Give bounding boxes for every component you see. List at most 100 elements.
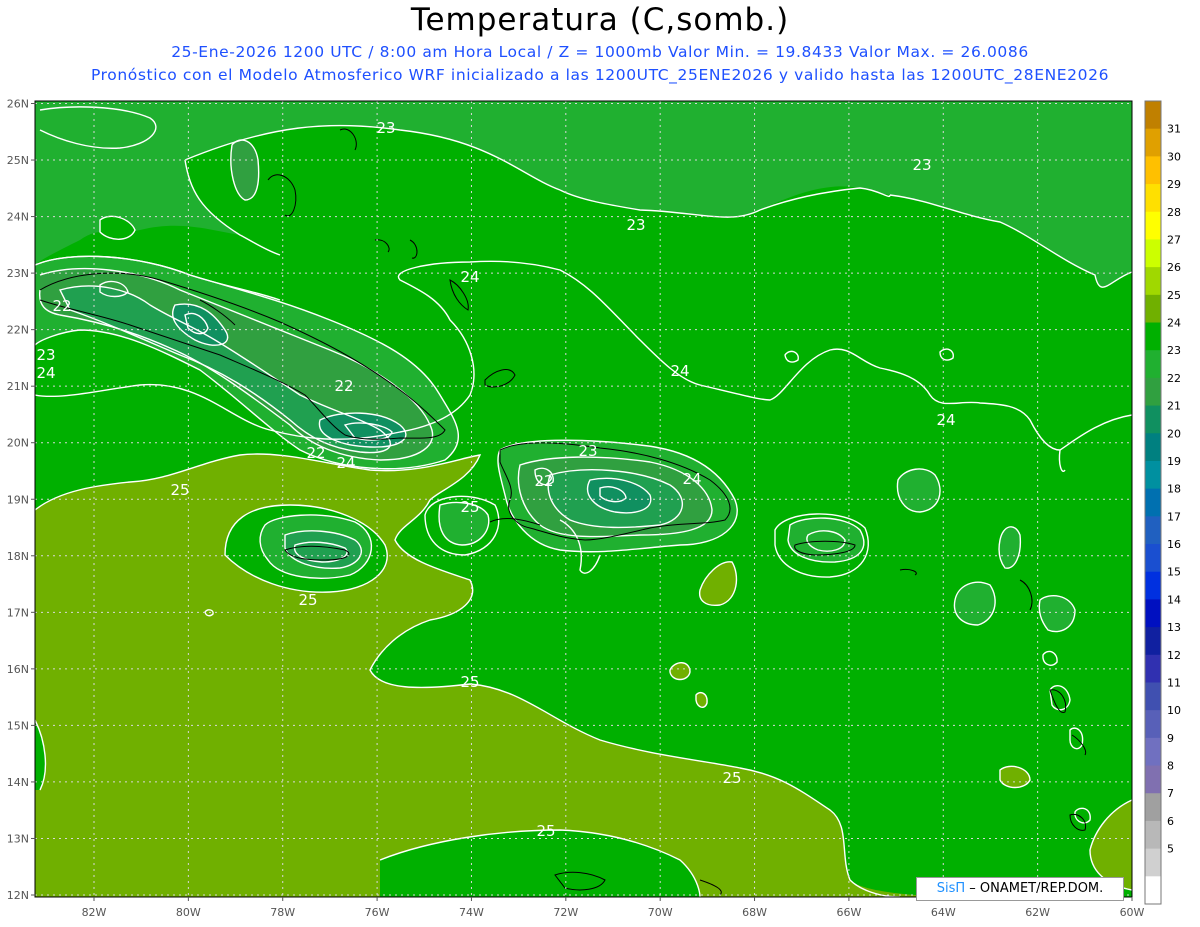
lat-label: 19N [7, 493, 29, 506]
lat-label: 15N [7, 719, 29, 732]
colorbar-segment [1145, 765, 1161, 794]
contour-label: 25 [460, 673, 479, 691]
contour-label: 25 [460, 498, 479, 516]
contour-label: 23 [36, 346, 55, 364]
colorbar-label: 15 [1167, 566, 1181, 579]
lat-label: 22N [7, 324, 29, 337]
colorbar-segment [1145, 544, 1161, 573]
colorbar-segment [1145, 267, 1161, 296]
lon-label: 80W [176, 906, 201, 919]
colorbar-segment [1145, 184, 1161, 213]
colorbar-label: 8 [1167, 760, 1174, 773]
colorbar-label: 25 [1167, 289, 1181, 302]
colorbar: 31 30 29 28 27 26 25 24 23 22 21 20 19 18 17 16 15 14 13 12… [1144, 100, 1181, 905]
lat-label: 21N [7, 380, 29, 393]
temperature-map: 23232324222324 24222423222425242225252525… [7, 98, 1181, 920]
contour-label: 24 [682, 470, 701, 488]
lon-label: 60W [1120, 906, 1145, 919]
credit-text: – ONAMET/REP.DOM. [965, 881, 1104, 896]
colorbar-segment [1145, 820, 1161, 850]
lat-label: 24N [7, 211, 29, 224]
colorbar-segment [1145, 377, 1161, 407]
colorbar-label: 9 [1167, 732, 1174, 745]
colorbar-segment [1145, 599, 1161, 628]
latitude-axis: 26N 25N 24N 23N 22N 21N 20N 19N 18N 17N 16N 15N 14N 1… [7, 98, 35, 902]
colorbar-label: 28 [1167, 206, 1181, 219]
lon-label: 78W [270, 906, 295, 919]
colorbar-segment [1145, 211, 1161, 240]
lat-label: 16N [7, 663, 29, 676]
colorbar-label: 23 [1167, 344, 1181, 357]
colorbar-segment [1145, 239, 1161, 268]
colorbar-label: 6 [1167, 815, 1174, 828]
colorbar-segment [1145, 710, 1161, 739]
contour-label: 24 [336, 454, 355, 472]
colorbar-segment [1145, 793, 1161, 822]
colorbar-label: 27 [1167, 233, 1181, 246]
colorbar-label: 14 [1167, 593, 1181, 606]
contour-label: 25 [536, 822, 555, 840]
colorbar-label: 10 [1167, 704, 1181, 717]
colorbar-segment [1145, 350, 1161, 379]
lon-label: 68W [742, 906, 767, 919]
lon-label: 82W [82, 906, 107, 919]
lat-label: 25N [7, 154, 29, 167]
lat-label: 17N [7, 606, 29, 619]
lat-label: 13N [7, 832, 29, 845]
colorbar-segment [1145, 876, 1161, 905]
colorbar-label: 31 [1167, 123, 1181, 136]
contour-label: 24 [460, 268, 479, 286]
colorbar-label: 18 [1167, 483, 1181, 496]
contour-label: 23 [376, 119, 395, 137]
contour-label: 22 [334, 377, 353, 395]
contour-label: 24 [670, 362, 689, 380]
colorbar-segment [1145, 433, 1161, 462]
colorbar-label: 26 [1167, 261, 1181, 274]
lat-label: 20N [7, 437, 29, 450]
contour-label: 23 [912, 156, 931, 174]
colorbar-label: 11 [1167, 676, 1181, 689]
colorbar-segment [1145, 654, 1161, 683]
credit-box: SisΠ – ONAMET/REP.DOM. [916, 877, 1124, 901]
lat-label: 26N [7, 98, 29, 111]
contour-label: 22 [306, 444, 325, 462]
colorbar-segment [1145, 682, 1161, 711]
colorbar-label: 19 [1167, 455, 1181, 468]
lat-label: 23N [7, 267, 29, 280]
contour-label: 24 [36, 364, 55, 382]
contour-label: 24 [936, 411, 955, 429]
contour-label: 23 [578, 442, 597, 460]
lat-label: 18N [7, 550, 29, 563]
colorbar-segment [1145, 571, 1161, 600]
colorbar-label: 5 [1167, 843, 1174, 856]
colorbar-label: 7 [1167, 787, 1174, 800]
colorbar-label: 29 [1167, 178, 1181, 191]
map-field [35, 101, 1132, 897]
lon-label: 64W [931, 906, 956, 919]
contour-label: 25 [170, 481, 189, 499]
colorbar-segment [1145, 156, 1161, 185]
colorbar-segment [1145, 322, 1161, 351]
colorbar-segment [1145, 460, 1161, 490]
colorbar-label: 12 [1167, 649, 1181, 662]
lat-label: 12N [7, 889, 29, 902]
lon-label: 74W [459, 906, 484, 919]
colorbar-label: 24 [1167, 317, 1181, 330]
colorbar-label: 21 [1167, 400, 1181, 413]
colorbar-segment [1145, 848, 1161, 877]
colorbar-segment [1145, 101, 1161, 130]
credit-brand: SisΠ [936, 881, 966, 896]
lon-label: 72W [553, 906, 578, 919]
contour-label: 25 [298, 591, 317, 609]
colorbar-segment [1145, 128, 1161, 157]
colorbar-segment [1145, 405, 1161, 434]
contour-label: 23 [626, 216, 645, 234]
contour-label: 22 [534, 472, 553, 490]
colorbar-label: 17 [1167, 510, 1181, 523]
colorbar-label: 30 [1167, 150, 1181, 163]
lon-label: 76W [365, 906, 390, 919]
contour-label: 22 [52, 297, 71, 315]
colorbar-label: 13 [1167, 621, 1181, 634]
lon-label: 66W [836, 906, 861, 919]
lon-label: 62W [1025, 906, 1050, 919]
